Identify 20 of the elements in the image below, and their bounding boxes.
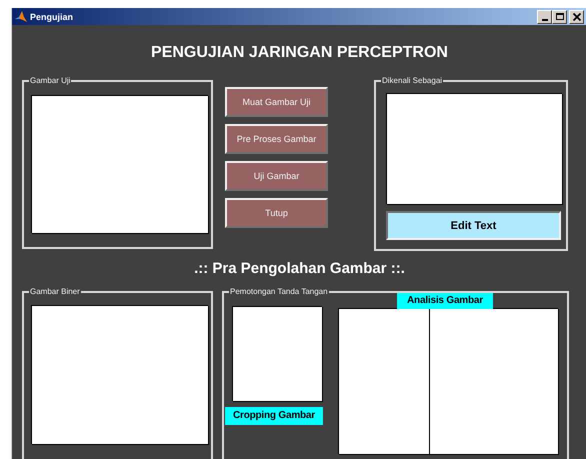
close-icon <box>570 10 582 22</box>
panel-label: Gambar Biner <box>29 286 81 297</box>
action-button[interactable]: Pre Proses Gambar <box>225 124 328 154</box>
caption-label: Cropping Gambar <box>225 407 323 425</box>
minimize-button[interactable] <box>537 10 552 24</box>
edit-text-field[interactable]: Edit Text <box>386 211 561 240</box>
section-heading: .:: Pra Pengolahan Gambar ::. <box>193 260 406 278</box>
panel-label: Pemotongan Tanda Tangan <box>229 286 329 297</box>
panel-label: Dikenali Sebagai <box>381 75 444 86</box>
panel-label: Gambar Uji <box>29 75 72 86</box>
app-logo-icon <box>15 10 27 22</box>
caption-label: Analisis Gambar <box>397 293 493 309</box>
action-button[interactable]: Uji Gambar <box>225 161 328 191</box>
heading: PENGUJIAN JARINGAN PERCEPTRON <box>150 43 449 63</box>
minimize-icon <box>542 18 548 20</box>
action-button[interactable]: Tutup <box>225 198 328 228</box>
close-button[interactable] <box>569 10 584 24</box>
action-button[interactable]: Muat Gambar Uji <box>225 87 328 117</box>
maximize-button[interactable] <box>552 10 567 24</box>
window-title: Pengujian <box>30 12 74 22</box>
